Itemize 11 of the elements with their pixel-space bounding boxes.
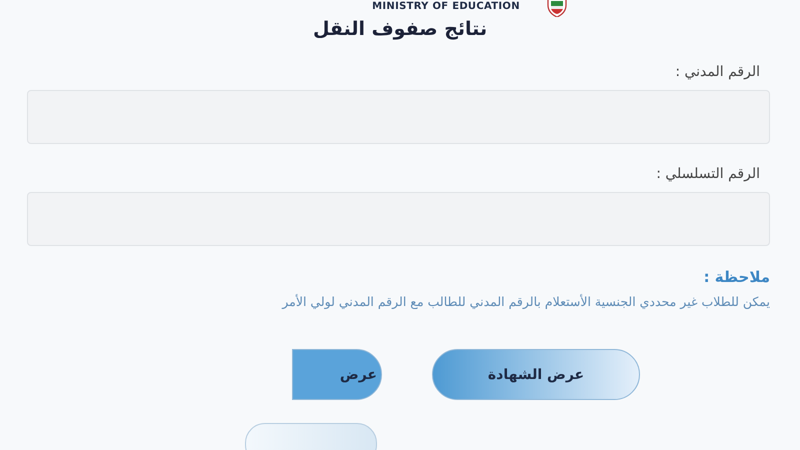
emblem-icon [546, 0, 568, 17]
field-label: الرقم التسلسلي : [656, 166, 760, 182]
logo-text: MINISTRY OF EDUCATION [372, 1, 520, 13]
input-field[interactable] [27, 192, 770, 246]
input-field[interactable] [27, 90, 770, 144]
certificate-button[interactable]: عرض الشهادة [432, 349, 640, 400]
note-text: يمكن للطلاب غير محددي الجنسية الأستعلام بالرقم المدني للطالب مع الرقم المدني لولي الأمر [282, 294, 770, 309]
field-label: الرقم المدني : [675, 64, 760, 80]
page-title: نتائج صفوف النقل [312, 18, 488, 40]
note-title: ملاحظة : [704, 268, 770, 286]
statistics-button[interactable]: عرض [292, 349, 382, 400]
